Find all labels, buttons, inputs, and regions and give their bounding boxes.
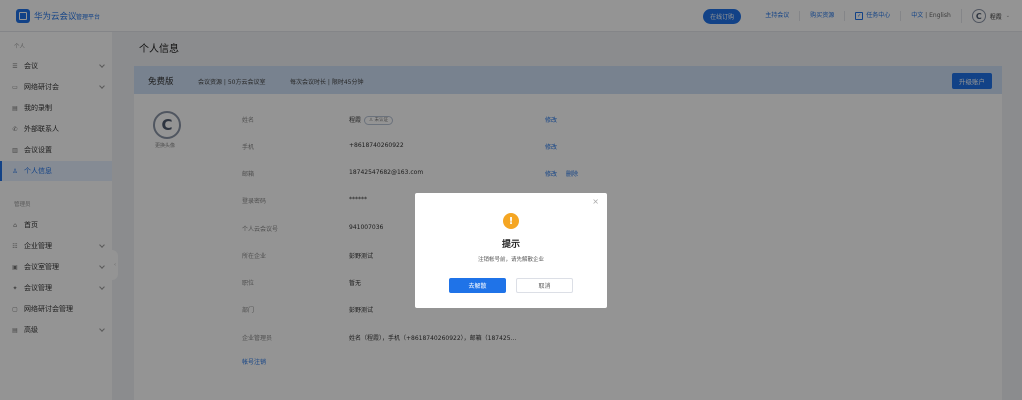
close-icon[interactable]: × (592, 198, 599, 206)
warning-icon: ! (503, 213, 519, 229)
dialog-title: 提示 (501, 240, 520, 250)
dialog-message: 注销帐号前，请先解散企业 (477, 257, 544, 263)
cancel-button[interactable]: 取消 (516, 278, 573, 293)
confirm-dialog: × ! 提示 注销帐号前，请先解散企业 去解散 取消 (415, 193, 607, 308)
dissolve-button[interactable]: 去解散 (449, 278, 506, 293)
